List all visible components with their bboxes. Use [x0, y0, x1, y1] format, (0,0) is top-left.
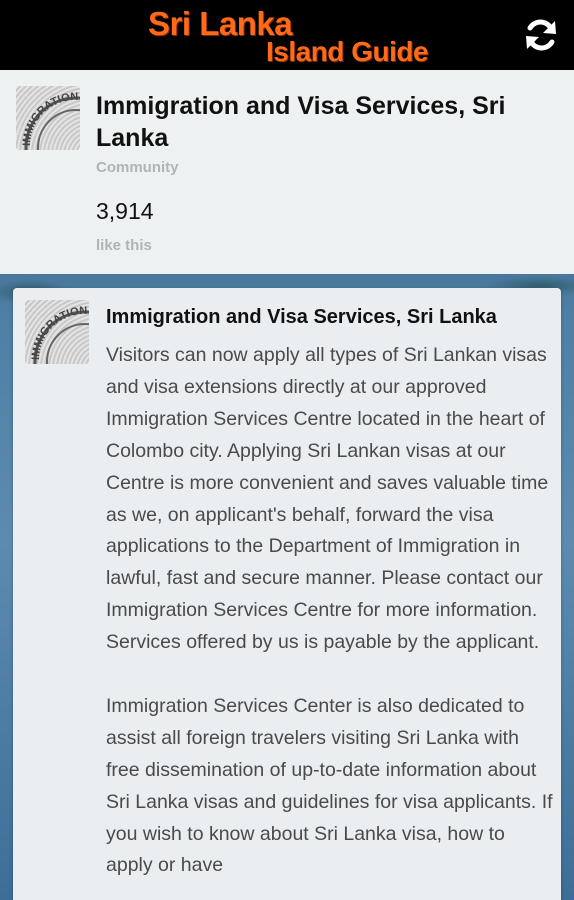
- page-avatar[interactable]: IMMIGRATION: [16, 86, 80, 150]
- post-author[interactable]: Immigration and Visa Services, Sri Lanka: [106, 304, 546, 330]
- likes-label: like this: [96, 237, 152, 254]
- post-paragraph: Immigration Services Center is also dedi…: [106, 694, 553, 877]
- page-avatar-text: IMMIGRATION: [21, 91, 79, 146]
- app-bar: Sri Lanka Island Guide: [0, 0, 574, 70]
- app-screen: Sri Lanka Island Guide IMMIGRATION Immig…: [0, 0, 574, 900]
- page-category: Community: [96, 159, 179, 176]
- post-body: Visitors can now apply all types of Sri …: [106, 340, 554, 900]
- post-avatar[interactable]: IMMIGRATION: [25, 300, 89, 364]
- post-card: IMMIGRATION Immigration and Visa Service…: [13, 288, 561, 900]
- post-avatar-text: IMMIGRATION: [30, 305, 88, 360]
- stamp-icon: IMMIGRATION: [21, 91, 80, 150]
- refresh-icon: [526, 19, 556, 51]
- stamp-icon: IMMIGRATION: [30, 305, 89, 364]
- page-header: IMMIGRATION Immigration and Visa Service…: [0, 70, 574, 274]
- page-title[interactable]: Immigration and Visa Services, Sri Lanka: [96, 90, 556, 154]
- svg-text:IMMIGRATION: IMMIGRATION: [21, 91, 79, 146]
- refresh-button[interactable]: [518, 12, 564, 58]
- likes-count: 3,914: [96, 198, 154, 224]
- logo-line-2: Island Guide: [266, 36, 429, 67]
- app-logo[interactable]: Sri Lanka Island Guide: [148, 6, 438, 68]
- svg-text:IMMIGRATION: IMMIGRATION: [30, 305, 88, 360]
- post-paragraph: Visitors can now apply all types of Sri …: [106, 344, 549, 654]
